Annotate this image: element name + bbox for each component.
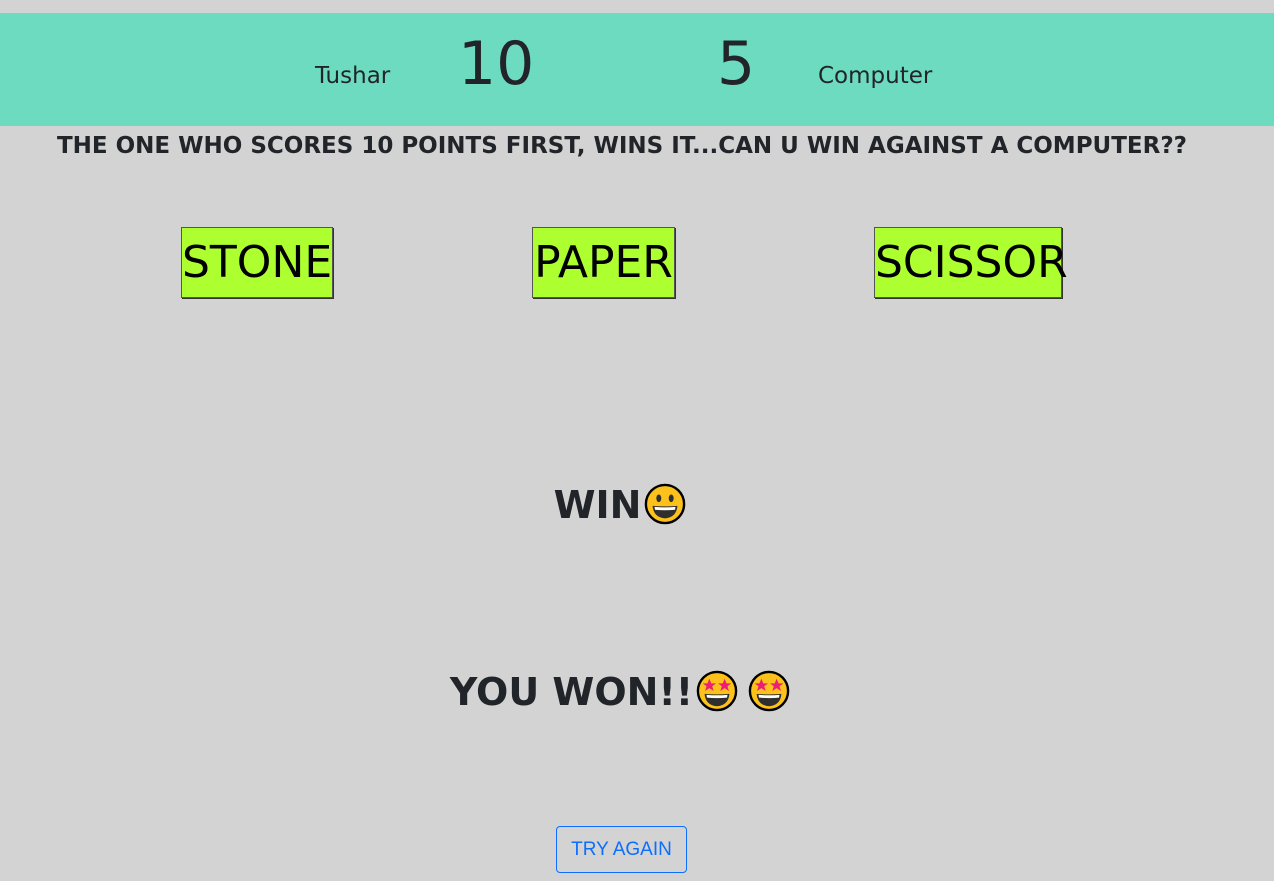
stone-button[interactable]: STONE bbox=[181, 227, 333, 298]
computer-score: 5 bbox=[717, 29, 756, 99]
game-result: YOU WON!! bbox=[0, 670, 1240, 714]
computer-name: Computer bbox=[818, 63, 933, 89]
scissor-button[interactable]: SCISSOR bbox=[874, 227, 1068, 298]
paper-button[interactable]: PAPER bbox=[532, 227, 675, 298]
star-struck-icon bbox=[696, 670, 738, 712]
round-result: WIN bbox=[0, 483, 1240, 527]
star-struck-icon bbox=[748, 670, 790, 712]
scoreboard: Tushar 10 5 Computer bbox=[0, 13, 1274, 126]
game-result-text: YOU WON!! bbox=[449, 670, 694, 714]
player-name: Tushar bbox=[315, 63, 391, 89]
try-again-button[interactable]: TRY AGAIN bbox=[556, 826, 687, 873]
grinning-face-icon bbox=[645, 483, 686, 525]
top-strip bbox=[0, 0, 1274, 13]
round-result-text: WIN bbox=[553, 483, 642, 527]
rules-heading: THE ONE WHO SCORES 10 POINTS FIRST, WINS… bbox=[56, 133, 1188, 159]
player-score: 10 bbox=[458, 29, 535, 99]
